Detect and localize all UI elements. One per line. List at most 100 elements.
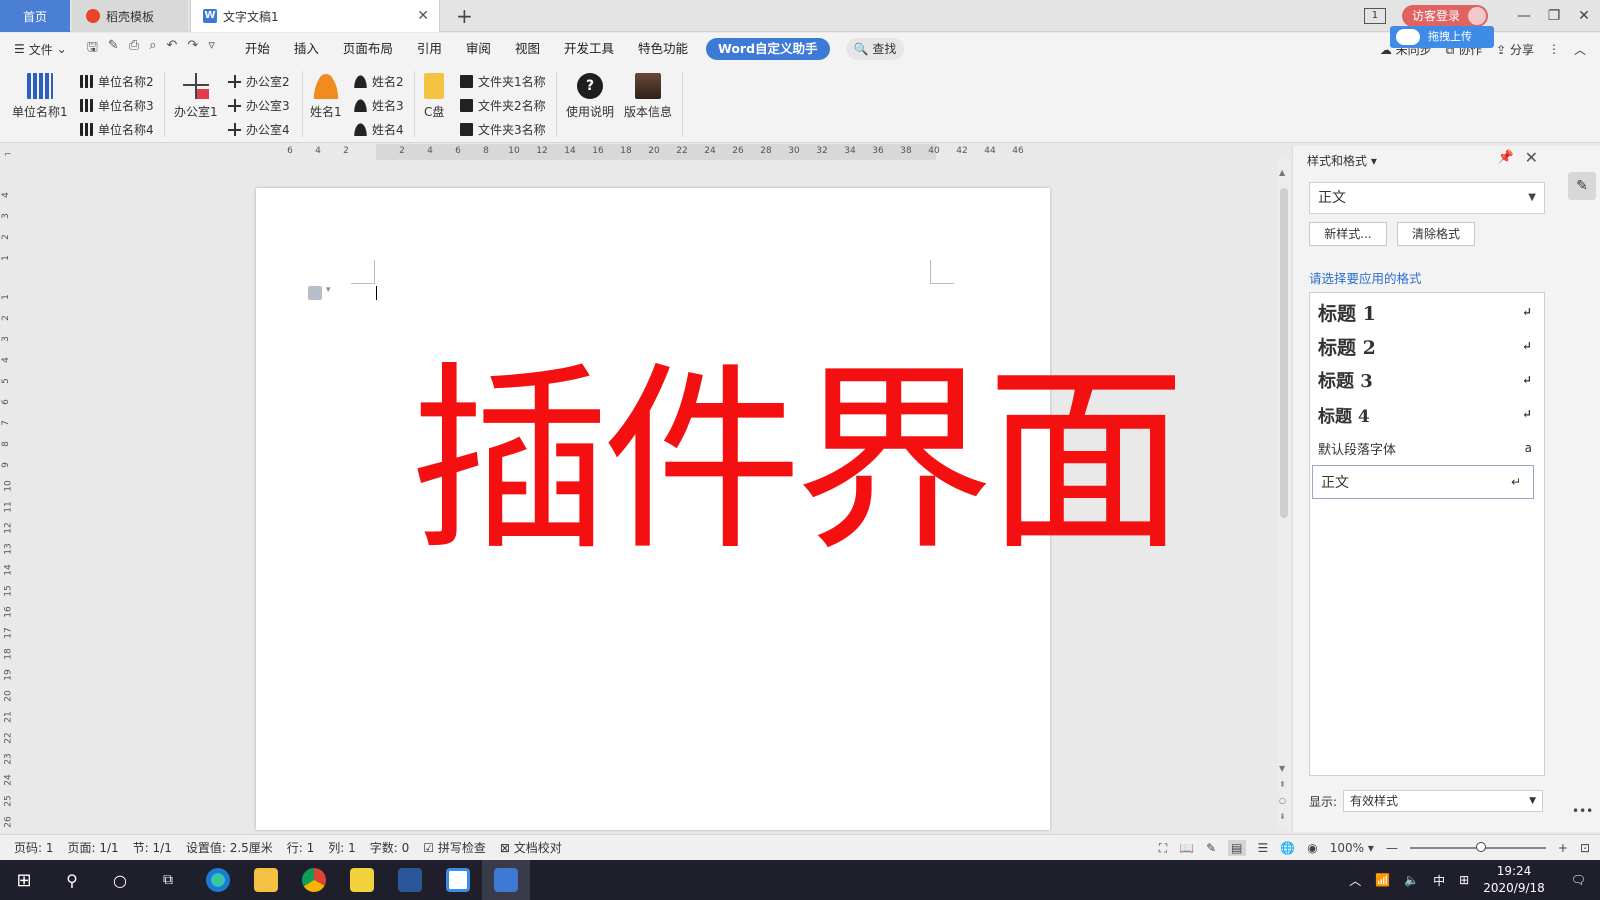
cdrive-button[interactable]: C盘 [424, 73, 444, 120]
menu-home[interactable]: 开始 [233, 38, 282, 60]
menu-references[interactable]: 引用 [405, 38, 454, 60]
word-app[interactable] [386, 860, 434, 900]
outline-view-icon[interactable]: ☰ [1258, 841, 1269, 855]
share-button[interactable]: ⇪ 分享 [1496, 41, 1534, 58]
style-heading-2[interactable]: 标题 2 ↵ [1310, 329, 1544, 363]
task-view-button[interactable]: ⧉ [144, 860, 192, 900]
zoom-out-button[interactable]: — [1386, 841, 1398, 855]
baidu-netdisk-app[interactable] [434, 860, 482, 900]
horizontal-ruler[interactable]: 6 4 2 2 4 6 8 10 12 14 16 18 20 22 24 26… [286, 144, 1246, 160]
status-pages[interactable]: 页面: 1/1 [68, 839, 119, 856]
more-icon[interactable]: ••• [1572, 804, 1593, 818]
chrome-app[interactable] [290, 860, 338, 900]
office1-button[interactable]: 办公室1 [174, 73, 218, 120]
show-filter-select[interactable]: 有效样式 ▼ [1343, 790, 1544, 812]
search-taskbar-button[interactable]: ⚲ [48, 860, 96, 900]
status-row[interactable]: 行: 1 [287, 839, 315, 856]
close-tab-icon[interactable]: ✕ [417, 8, 429, 24]
wps-writer-app[interactable] [482, 860, 530, 900]
more-icon[interactable]: ⋮ [1548, 42, 1560, 56]
pin-icon[interactable]: 📌 [1498, 150, 1514, 165]
ruler-tab-icon[interactable]: ⌐ [4, 150, 12, 160]
edit-pen-icon[interactable]: ✎ [1568, 172, 1596, 200]
style-heading-3[interactable]: 标题 3 ↵ [1310, 363, 1544, 397]
fullscreen-icon[interactable]: ⛶ [1159, 841, 1167, 856]
spell-check-button[interactable]: ☑ 拼写检查 [423, 839, 486, 856]
ime-mode-icon[interactable]: ⊞ [1459, 873, 1469, 887]
window-count-icon[interactable]: 1 [1363, 8, 1386, 24]
cortana-button[interactable]: ○ [96, 860, 144, 900]
office4-button[interactable]: 办公室4 [228, 121, 290, 138]
name3-button[interactable]: 姓名3 [354, 97, 404, 114]
file-explorer-app[interactable] [242, 860, 290, 900]
write-mode-icon[interactable]: ✎ [1206, 841, 1216, 855]
name2-button[interactable]: 姓名2 [354, 73, 404, 90]
tab-home[interactable]: 首页 [0, 0, 70, 32]
menu-special[interactable]: 特色功能 [626, 38, 700, 60]
select-browse-icon[interactable]: ○ [1279, 796, 1286, 805]
menu-developer[interactable]: 开发工具 [552, 38, 626, 60]
scroll-up-icon[interactable]: ▲ [1279, 168, 1285, 177]
print-preview-icon[interactable]: ⌕ [149, 38, 156, 60]
search-button[interactable]: 🔍 查找 [845, 38, 905, 60]
unit4-button[interactable]: 单位名称4 [80, 121, 154, 138]
edge-app[interactable] [194, 860, 242, 900]
ime-indicator[interactable]: 中 [1433, 872, 1445, 889]
customize-icon[interactable]: ▿ [208, 38, 215, 60]
redo-icon[interactable]: ↷ [187, 38, 198, 60]
clear-format-button[interactable]: 清除格式 [1397, 222, 1475, 246]
tab-template[interactable]: 稻壳模板 [72, 0, 188, 32]
style-heading-1[interactable]: 标题 1 ↵ [1310, 295, 1544, 329]
status-col[interactable]: 列: 1 [328, 839, 356, 856]
page-view-icon[interactable]: ▤ [1228, 840, 1246, 856]
notification-icon[interactable]: 🗨 [1571, 873, 1586, 887]
vertical-scrollbar[interactable]: ▲ ▼ ⇞ ○ ⇟ [1278, 158, 1290, 830]
zoom-level[interactable]: 100% ▾ [1330, 841, 1374, 855]
clock[interactable]: 19:24 2020/9/18 [1483, 863, 1545, 897]
style-default-font[interactable]: 默认段落字体 a [1310, 431, 1544, 465]
folder3-button[interactable]: 文件夹3名称 [460, 121, 546, 138]
fit-window-icon[interactable]: ⊡ [1580, 841, 1590, 855]
close-icon[interactable]: ✕ [1525, 148, 1538, 167]
pane-title[interactable]: 样式和格式 ▾ [1307, 152, 1377, 169]
prev-page-icon[interactable]: ⇞ [1279, 780, 1286, 789]
unit1-button[interactable]: 单位名称1 [12, 73, 68, 120]
volume-icon[interactable]: 🔈 [1404, 873, 1419, 887]
close-window-button[interactable]: ✕ [1570, 8, 1598, 24]
zoom-slider[interactable] [1409, 842, 1546, 852]
status-words[interactable]: 字数: 0 [370, 839, 410, 856]
name4-button[interactable]: 姓名4 [354, 121, 404, 138]
eye-protection-icon[interactable]: ◉ [1307, 841, 1317, 855]
unit3-button[interactable]: 单位名称3 [80, 97, 154, 114]
office3-button[interactable]: 办公室3 [228, 97, 290, 114]
file-menu[interactable]: ☰ 文件 ⌄ [14, 41, 67, 58]
next-page-icon[interactable]: ⇟ [1279, 812, 1286, 821]
vertical-ruler[interactable]: 4 3 2 1 1 2 3 4 5 6 7 8 9 10 11 12 13 14… [0, 190, 16, 830]
new-style-button[interactable]: 新样式... [1309, 222, 1387, 246]
proofread-button[interactable]: ⊠ 文档校对 [500, 839, 562, 856]
status-section[interactable]: 节: 1/1 [133, 839, 172, 856]
current-style-select[interactable]: 正文 ▼ [1309, 182, 1545, 214]
menu-view[interactable]: 视图 [503, 38, 552, 60]
style-heading-4[interactable]: 标题 4 ↵ [1310, 397, 1544, 431]
tab-document[interactable]: W 文字文稿1 ✕ [190, 0, 440, 32]
notes-app[interactable] [338, 860, 386, 900]
login-button[interactable]: 访客登录 [1401, 5, 1488, 27]
print-icon[interactable]: ⎙ [129, 38, 139, 60]
style-normal[interactable]: 正文 ↵ [1312, 465, 1534, 499]
menu-layout[interactable]: 页面布局 [331, 38, 405, 60]
network-icon[interactable]: 📶 [1375, 873, 1390, 887]
status-setting[interactable]: 设置值: 2.5厘米 [186, 839, 273, 856]
office2-button[interactable]: 办公室2 [228, 73, 290, 90]
zoom-slider-knob[interactable] [1475, 842, 1486, 852]
help-button[interactable]: ? 使用说明 [566, 73, 614, 120]
minimize-button[interactable]: — [1510, 8, 1538, 24]
scroll-thumb[interactable] [1280, 188, 1288, 518]
web-view-icon[interactable]: 🌐 [1280, 841, 1295, 855]
paragraph-menu-icon[interactable] [308, 285, 331, 300]
collapse-ribbon-icon[interactable]: ︿ [1574, 41, 1586, 58]
status-page-number[interactable]: 页码: 1 [14, 839, 54, 856]
folder1-button[interactable]: 文件夹1名称 [460, 73, 546, 90]
scroll-down-icon[interactable]: ▼ [1279, 764, 1285, 773]
unit2-button[interactable]: 单位名称2 [80, 73, 154, 90]
